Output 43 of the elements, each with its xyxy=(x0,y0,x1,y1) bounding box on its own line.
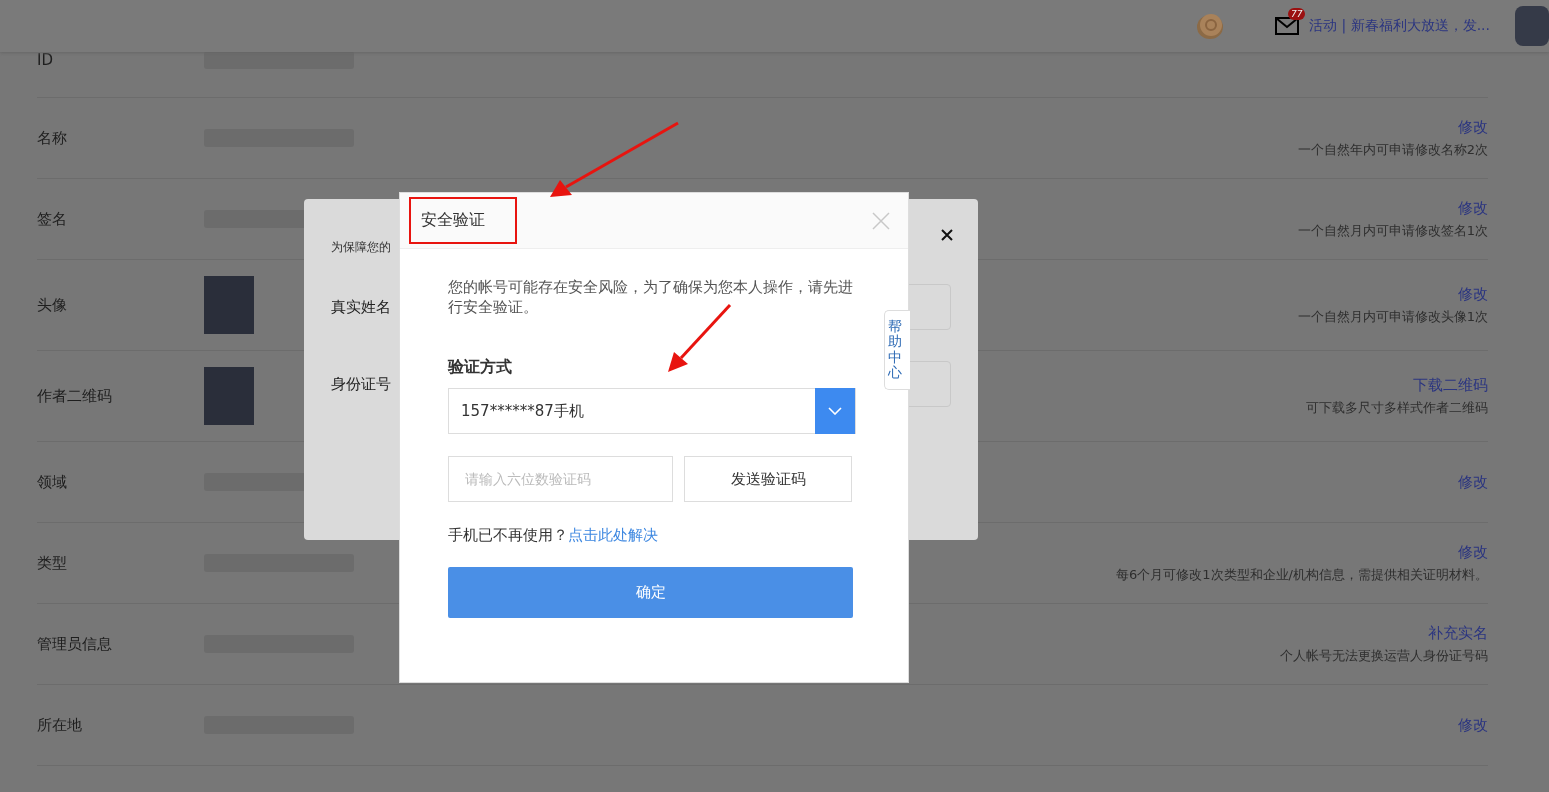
image-placeholder xyxy=(204,367,254,425)
edit-link[interactable]: 下载二维码 xyxy=(1413,375,1488,395)
field-label: 身份证号 xyxy=(331,374,391,394)
field-label: 所在地 xyxy=(37,715,82,735)
field-label: 管理员信息 xyxy=(37,634,112,654)
dialog-intro-text: 为保障您的 xyxy=(331,239,391,256)
avatar-placeholder[interactable] xyxy=(1515,6,1549,46)
edit-link[interactable]: 修改 xyxy=(1458,472,1488,492)
activity-link[interactable]: 活动 | 新春福利大放送，发... xyxy=(1309,17,1490,35)
dialog-title: 安全验证 xyxy=(421,210,485,231)
warning-message: 您的帐号可能存在安全风险，为了确保为您本人操作，请先进行安全验证。 xyxy=(448,277,854,317)
field-label: 名称 xyxy=(37,128,67,148)
edit-link[interactable]: 修改 xyxy=(1458,542,1488,562)
field-label: 作者二维码 xyxy=(37,386,112,406)
hint-text: 每6个月可修改1次类型和企业/机构信息，需提供相关证明材料。 xyxy=(1116,565,1488,584)
field-label: 头像 xyxy=(37,295,67,315)
coin-icon[interactable] xyxy=(1195,11,1226,41)
field-label: 签名 xyxy=(37,209,67,229)
field-label: 类型 xyxy=(37,553,67,573)
edit-link[interactable]: 修改 xyxy=(1458,715,1488,735)
confirm-button[interactable]: 确定 xyxy=(448,567,853,618)
code-input[interactable]: 请输入六位数验证码 xyxy=(448,456,673,502)
edit-link[interactable]: 修改 xyxy=(1458,198,1488,218)
field-label: 真实姓名 xyxy=(331,297,391,317)
help-center-tab[interactable]: 帮助中心 xyxy=(884,310,910,390)
send-code-button[interactable]: 发送验证码 xyxy=(684,456,852,502)
notification-badge: 77 xyxy=(1288,8,1306,20)
method-select[interactable]: 157******87手机 xyxy=(448,388,856,434)
edit-link[interactable]: 补充实名 xyxy=(1428,623,1488,643)
chevron-down-icon xyxy=(828,407,842,415)
arrow-drawing xyxy=(668,304,732,372)
hint-text: 个人帐号无法更换运营人身份证号码 xyxy=(1280,646,1488,665)
resolve-link[interactable]: 点击此处解决 xyxy=(568,526,658,544)
field-label: ID xyxy=(37,50,53,69)
field-label: 领域 xyxy=(37,472,67,492)
hint-text: 可下载多尺寸多样式作者二维码 xyxy=(1306,398,1488,417)
method-label: 验证方式 xyxy=(448,357,513,378)
edit-link[interactable]: 修改 xyxy=(1458,117,1488,137)
edit-link[interactable]: 修改 xyxy=(1458,284,1488,304)
help-text: 手机已不再使用？ xyxy=(448,526,568,544)
image-placeholder xyxy=(204,276,254,334)
mail-icon[interactable] xyxy=(1275,17,1300,35)
close-icon[interactable] xyxy=(941,229,953,241)
